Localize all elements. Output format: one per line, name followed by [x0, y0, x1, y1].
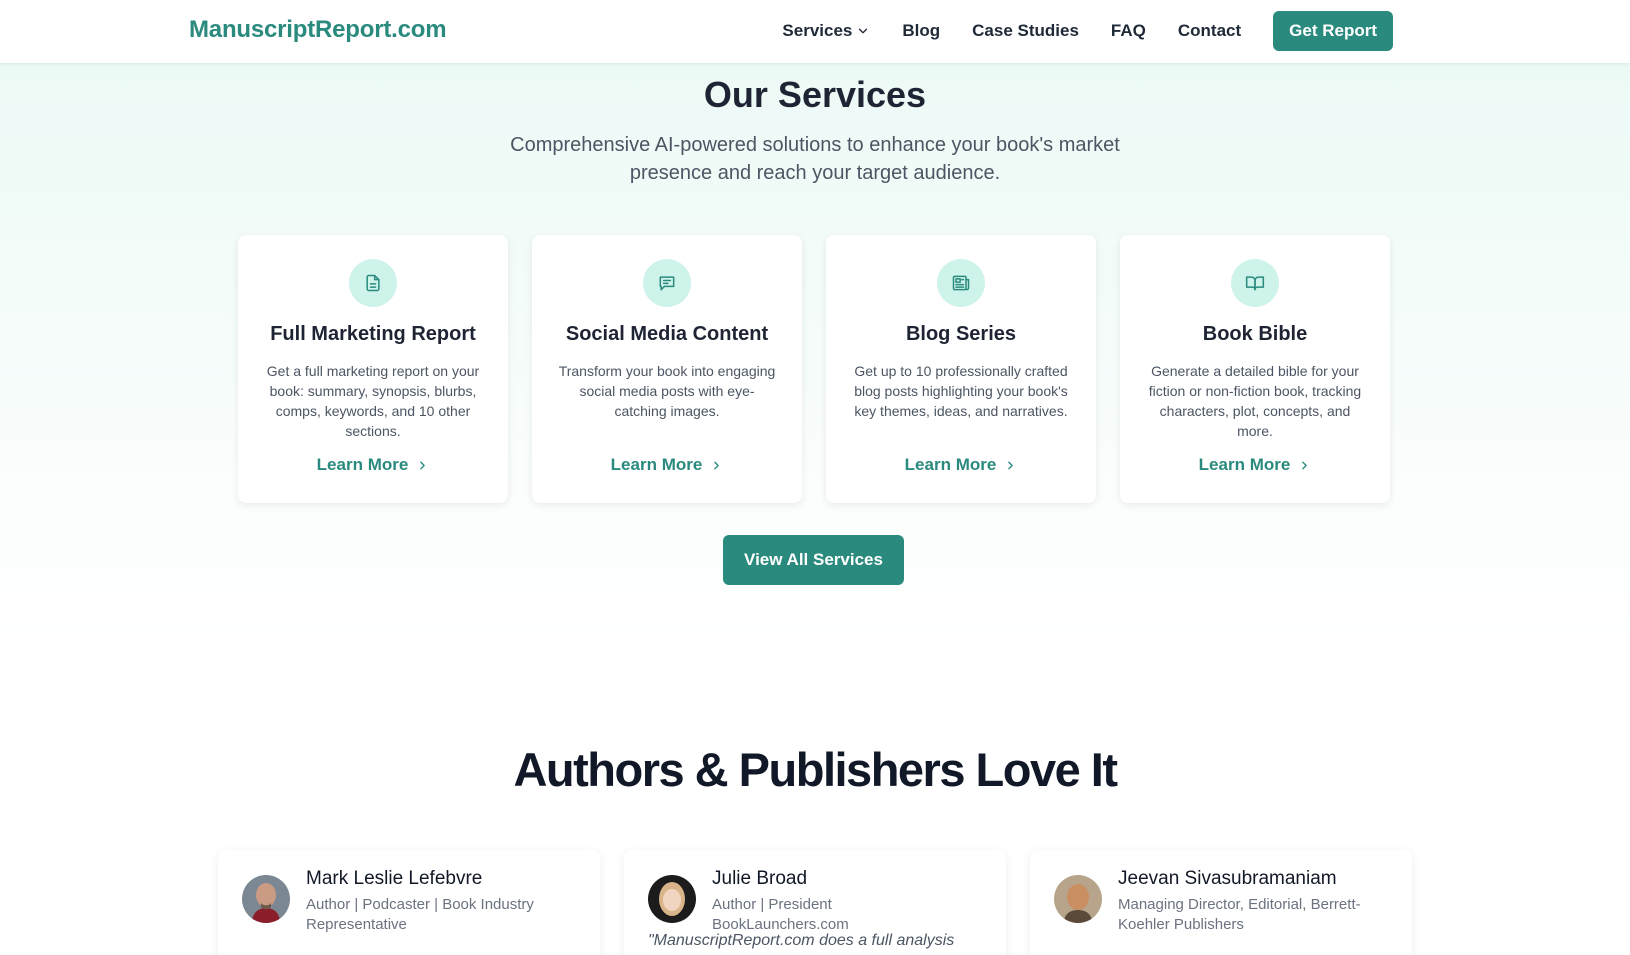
testimonial-name: Jeevan Sivasubramaniam [1118, 868, 1337, 889]
testimonial-quote: "ManuscriptReport.com does a full analys… [648, 932, 955, 949]
learn-more-link[interactable]: Learn More [532, 455, 802, 475]
card-title: Blog Series [905, 323, 1017, 345]
testimonial-card: Julie Broad Author | President BookLaunc… [624, 850, 1006, 955]
view-all-services-button[interactable]: View All Services [723, 535, 904, 585]
testimonial-card: Mark Leslie Lefebvre Author | Podcaster … [218, 850, 600, 955]
testimonial-role: Author | Podcaster | Book Industry Repre… [306, 896, 534, 933]
testimonial-name: Mark Leslie Lefebvre [306, 868, 483, 889]
avatar [648, 875, 696, 923]
nav-services[interactable]: Services [782, 21, 870, 41]
testimonials-title: Authors & Publishers Love It [513, 743, 1118, 796]
avatar [242, 875, 290, 923]
nav-blog[interactable]: Blog [902, 21, 940, 41]
learn-more-link[interactable]: Learn More [826, 455, 1096, 475]
testimonial-card: Jeevan Sivasubramaniam Managing Director… [1030, 850, 1412, 955]
nav-contact[interactable]: Contact [1178, 21, 1241, 41]
open-book-icon [1231, 259, 1279, 307]
learn-more-label: Learn More [316, 455, 409, 474]
learn-more-link[interactable]: Learn More [238, 455, 508, 475]
card-title: Social Media Content [565, 323, 769, 345]
site-header: ManuscriptReport.com Services Blog Case … [0, 0, 1630, 63]
chat-icon [643, 259, 691, 307]
service-card-social-media: Social Media Content Transform your book… [532, 235, 802, 503]
service-card-marketing-report: Full Marketing Report Get a full marketi… [238, 235, 508, 503]
service-card-book-bible: Book Bible Generate a detailed bible for… [1120, 235, 1390, 503]
chevron-right-icon [1302, 461, 1308, 469]
card-title: Full Marketing Report [270, 323, 476, 345]
nav-faq[interactable]: FAQ [1111, 21, 1146, 41]
testimonial-name: Julie Broad [712, 868, 808, 889]
site-logo[interactable]: ManuscriptReport.com [189, 16, 447, 44]
services-title: Our Services [703, 74, 927, 115]
learn-more-label: Learn More [904, 455, 997, 474]
testimonials-list: Mark Leslie Lefebvre Author | Podcaster … [218, 850, 1412, 955]
nav-services-label: Services [782, 21, 853, 40]
learn-more-label: Learn More [1198, 455, 1291, 474]
card-description: Get a full marketing report on your book… [266, 363, 480, 439]
chevron-down-icon [859, 28, 868, 34]
chevron-right-icon [1008, 461, 1014, 469]
card-description: Generate a detailed bible for your ficti… [1148, 363, 1362, 439]
service-card-blog-series: Blog Series Get up to 10 professionally … [826, 235, 1096, 503]
nav-case-studies[interactable]: Case Studies [972, 21, 1079, 41]
services-cards: Full Marketing Report Get a full marketi… [238, 235, 1390, 503]
services-section: Our Services Comprehensive AI-powered so… [0, 63, 1630, 643]
testimonial-role: Managing Director, Editorial, Berrett-Ko… [1118, 896, 1361, 933]
card-description: Get up to 10 professionally crafted blog… [854, 363, 1068, 419]
get-report-button[interactable]: Get Report [1273, 11, 1393, 51]
chevron-right-icon [714, 461, 720, 469]
testimonial-role: Author | President BookLaunchers.com [712, 896, 849, 933]
learn-more-link[interactable]: Learn More [1120, 455, 1390, 475]
avatar [1054, 875, 1102, 923]
chevron-right-icon [420, 461, 426, 469]
card-title: Book Bible [1202, 323, 1308, 345]
services-subtitle: Comprehensive AI-powered solutions to en… [510, 134, 1120, 184]
main-nav: Services Blog Case Studies FAQ Contact G… [782, 11, 1393, 51]
card-description: Transform your book into engaging social… [558, 363, 776, 419]
newspaper-icon [937, 259, 985, 307]
learn-more-label: Learn More [610, 455, 703, 474]
document-icon [349, 259, 397, 307]
